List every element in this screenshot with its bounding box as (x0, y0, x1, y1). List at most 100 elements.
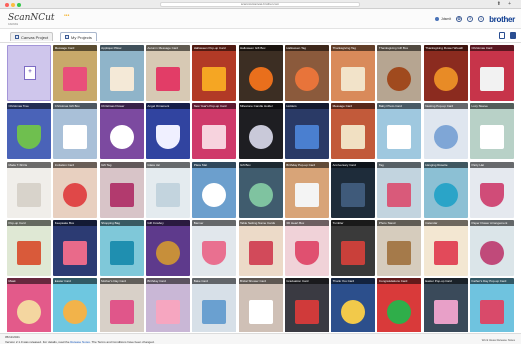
info-icon[interactable]: i (478, 16, 485, 22)
project-card[interactable]: Bridal Shower Card (238, 278, 283, 332)
project-card[interactable]: Mask (7, 278, 51, 332)
close-window-icon[interactable] (5, 2, 9, 7)
project-card[interactable]: Congratulations Card (377, 278, 422, 332)
project-thumbnail (109, 299, 134, 324)
project-card[interactable]: Photo Stand (377, 219, 422, 276)
project-title: Party Hat (470, 161, 514, 168)
project-card[interactable]: Keepsake Box (53, 219, 98, 276)
user-menu[interactable]: Jdsmit (435, 17, 451, 21)
project-card[interactable]: Christmas Card (470, 45, 514, 101)
project-card[interactable]: Lucy Sleeve (470, 103, 514, 160)
project-card[interactable]: Gift Tag (99, 161, 144, 218)
project-card[interactable]: Halloween Pop-up Card (192, 45, 237, 101)
maximize-window-icon[interactable] (17, 2, 21, 7)
project-card[interactable]: Halloween Gift Box (238, 45, 283, 101)
project-card[interactable]: Christmas Flower (99, 103, 144, 160)
add-tab-icon[interactable]: + (508, 1, 511, 8)
project-title: Tag (377, 161, 422, 168)
project-card[interactable]: Milestone Candle Holder (238, 103, 283, 160)
project-card[interactable]: Baby Photo Card (377, 103, 422, 160)
project-title: Baby Photo Card (377, 103, 422, 110)
sidebar-toggle-icon[interactable] (499, 32, 505, 39)
project-title: Autumn Message Card (145, 45, 190, 51)
project-card[interactable]: Appliqué Pillow (99, 45, 144, 101)
project-card[interactable]: Thank You Card (331, 278, 376, 332)
tab-label: My Projects (71, 34, 92, 40)
project-title: Mother's Day Card (99, 278, 144, 285)
project-card[interactable]: Tag (377, 161, 422, 218)
project-card[interactable]: Thanksgiving Tag (331, 45, 376, 101)
project-thumbnail (109, 124, 134, 149)
project-card[interactable]: Angel Ornament (145, 103, 190, 160)
settings-icon[interactable]: ⚙ (456, 16, 463, 22)
project-thumbnail (341, 66, 366, 91)
project-card[interactable]: Paper Flower Arrangement (470, 219, 514, 276)
project-title: Birthday Pop-up Card (284, 161, 329, 168)
project-card[interactable]: Shopping Bag (99, 219, 144, 276)
project-card[interactable]: Tumbler (331, 219, 376, 276)
project-thumbnail (294, 183, 319, 208)
minimize-window-icon[interactable] (11, 2, 15, 7)
project-card[interactable]: Father's Day Pop-up Card (470, 278, 514, 332)
project-card[interactable]: Party Hat (470, 161, 514, 218)
project-card[interactable]: Message Card (331, 103, 376, 160)
logo-subtitle: CANVAS (8, 23, 19, 26)
project-thumbnail (63, 66, 88, 91)
project-card[interactable]: Birthday Pop-up Card (284, 161, 329, 218)
project-card[interactable]: Holders (284, 103, 329, 160)
project-card[interactable]: Message Card (53, 45, 98, 101)
project-card[interactable]: Halloween Tag (284, 45, 329, 101)
header-actions: Jdsmit ⚙ ? i brother (435, 14, 515, 24)
project-title: Bake Card (192, 278, 237, 285)
project-title: Thank You Card (331, 278, 376, 285)
project-card[interactable]: Glass Jar (145, 161, 190, 218)
project-card[interactable]: Hanging Rosette (423, 161, 468, 218)
project-card[interactable]: Graduation Card (284, 278, 329, 332)
new-project-button[interactable]: + (7, 45, 51, 101)
help-icon[interactable]: ? (467, 16, 474, 22)
project-title: Made T-Shirts (7, 161, 51, 168)
project-card[interactable]: Invitation Card (53, 161, 98, 218)
address-bar[interactable]: scanncutcanvas.brother.com (160, 2, 360, 7)
project-card[interactable]: Nesting Pop-up Card (423, 103, 468, 160)
project-title: Thanksgiving Gift Box (377, 45, 422, 51)
project-card[interactable]: Christmas Gift Box (53, 103, 98, 160)
project-title: Banner (192, 219, 237, 226)
footer-links[interactable]: Work Ideas Release Notes (482, 338, 515, 342)
project-card[interactable]: Table Setting Name Cards (238, 219, 283, 276)
project-title: Halloween Tag (284, 45, 329, 51)
project-thumbnail (63, 124, 88, 149)
project-card[interactable]: Christmas Tree (7, 103, 51, 160)
project-card[interactable]: Pop-up Card (7, 219, 51, 276)
project-card[interactable]: Thanksgiving Gift Box (377, 45, 422, 101)
project-card[interactable]: Banner (192, 219, 237, 276)
project-card[interactable]: Thanksgiving Flower Wreath (423, 45, 468, 101)
tab-canvas-project[interactable]: Canvas Project (10, 32, 54, 41)
project-card[interactable]: New Year's Pop-up Card (192, 103, 237, 160)
project-card[interactable]: Birthday Card (145, 278, 190, 332)
project-card[interactable]: Easter Card (53, 278, 98, 332)
scanncut-logo[interactable]: ScanNCut CANVAS ●●● (8, 11, 72, 27)
project-card[interactable]: Autumn Message Card (145, 45, 190, 101)
project-thumbnail (63, 183, 88, 208)
release-notes-link[interactable]: Release Notes (70, 340, 90, 344)
project-card[interactable]: Place Mat (192, 161, 237, 218)
project-thumbnail (202, 183, 227, 208)
project-card[interactable]: Gift Box (238, 161, 283, 218)
project-card[interactable]: Easter Pop-up Card (423, 278, 468, 332)
project-card[interactable]: Gift Cowboy (145, 219, 190, 276)
project-card[interactable]: Bake Card (192, 278, 237, 332)
project-title: Pop-up Card (7, 219, 51, 226)
panel-icon[interactable] (510, 32, 516, 39)
project-title: New Year's Pop-up Card (192, 103, 237, 110)
project-card[interactable]: 3D Heart Box (284, 219, 329, 276)
project-thumbnail (155, 241, 180, 266)
share-icon[interactable]: ⬆ (497, 1, 501, 8)
project-thumbnail (387, 124, 412, 149)
tab-my-projects[interactable]: My Projects (60, 32, 97, 41)
project-card[interactable]: Made T-Shirts (7, 161, 51, 218)
project-thumbnail (17, 241, 41, 266)
project-card[interactable]: Calendar (423, 219, 468, 276)
project-card[interactable]: Mother's Day Card (99, 278, 144, 332)
project-card[interactable]: Anniversary Card (331, 161, 376, 218)
